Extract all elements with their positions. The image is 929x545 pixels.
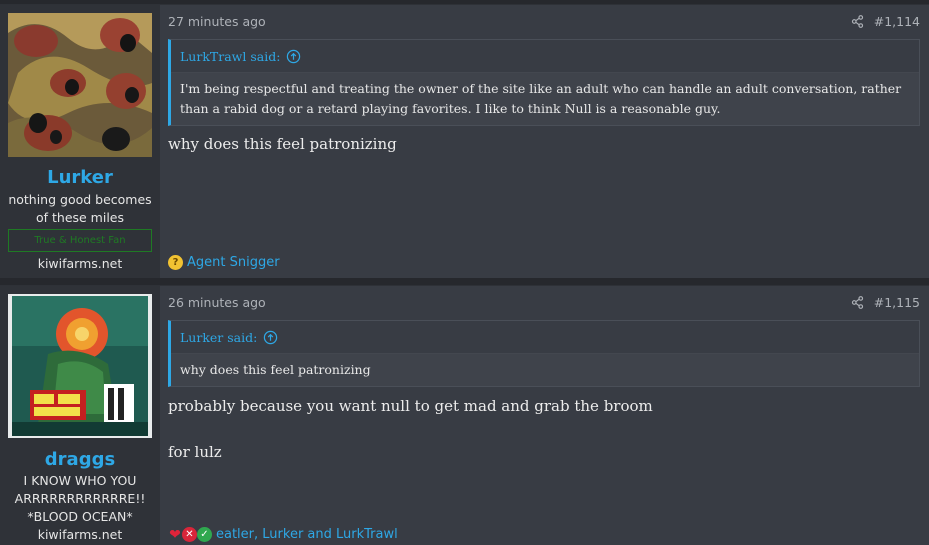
post-meta: #1,115 [851, 295, 920, 310]
reaction-icons: ❤ ✕ ✓ [168, 526, 212, 543]
avatar[interactable] [8, 13, 152, 157]
post-1115: draggs I KNOW WHO YOU ARRRRRRRRRRRRE!! *… [0, 285, 929, 545]
post-time[interactable]: 26 minutes ago [168, 295, 266, 310]
user-site: kiwifarms.net [37, 256, 123, 271]
quote-author[interactable]: Lurker said: [180, 330, 257, 345]
heart-icon: ❤ [169, 526, 181, 543]
username[interactable]: draggs [0, 449, 160, 470]
check-icon: ✓ [197, 527, 212, 542]
reactions-users[interactable]: eatler, Lurker and LurkTrawl [216, 527, 398, 542]
reactions-users[interactable]: Agent Snigger [187, 255, 280, 270]
quote-block: LurkTrawl said: I'm being respectful and… [168, 39, 920, 126]
quote-block: Lurker said: why does this feel patroniz… [168, 320, 920, 387]
quote-text: why does this feel patronizing [180, 362, 371, 377]
share-icon[interactable] [851, 296, 864, 309]
user-banner: True & Honest Fan [8, 229, 152, 252]
post-meta: #1,114 [851, 14, 920, 29]
post-1114: Lurker nothing good becomes of these mil… [0, 4, 929, 278]
message-text: why does this feel patronizing [168, 135, 397, 153]
post-number[interactable]: #1,114 [874, 14, 920, 29]
reactions-bar[interactable]: ❤ ✕ ✓ eatler, Lurker and LurkTrawl [168, 526, 398, 543]
message-text: for lulz [168, 443, 222, 461]
user-site: kiwifarms.net [37, 527, 123, 542]
user-title-line: nothing good becomes [8, 192, 152, 207]
share-icon[interactable] [851, 15, 864, 28]
arrow-up-circle-icon[interactable] [286, 49, 301, 64]
user-column: draggs I KNOW WHO YOU ARRRRRRRRRRRRE!! *… [0, 286, 160, 545]
avatar-image [8, 13, 152, 157]
user-title-line: of these miles [35, 210, 125, 225]
post-number[interactable]: #1,115 [874, 295, 920, 310]
avatar-image [8, 294, 152, 438]
user-title: nothing good becomes of these miles [6, 191, 154, 227]
quote-text: I'm being respectful and treating the ow… [180, 81, 902, 116]
user-title-line: ARRRRRRRRRRRRE!! [14, 491, 146, 506]
post-time[interactable]: 27 minutes ago [168, 14, 266, 29]
x-icon: ✕ [182, 527, 197, 542]
user-title-line: *BLOOD OCEAN* [27, 509, 133, 524]
avatar[interactable] [8, 294, 152, 438]
reactions-bar[interactable]: ? Agent Snigger [168, 255, 280, 270]
quote-header[interactable]: LurkTrawl said: [171, 40, 919, 73]
thinking-emoji-icon: ? [168, 255, 183, 270]
username[interactable]: Lurker [0, 167, 160, 188]
quote-header[interactable]: Lurker said: [171, 321, 919, 354]
message-text: probably because you want null to get ma… [168, 397, 653, 415]
quote-author[interactable]: LurkTrawl said: [180, 49, 280, 64]
user-title-line: I KNOW WHO YOU [23, 473, 137, 488]
arrow-up-circle-icon[interactable] [263, 330, 278, 345]
user-title: I KNOW WHO YOU ARRRRRRRRRRRRE!! *BLOOD O… [6, 472, 154, 526]
user-column: Lurker nothing good becomes of these mil… [0, 5, 160, 278]
